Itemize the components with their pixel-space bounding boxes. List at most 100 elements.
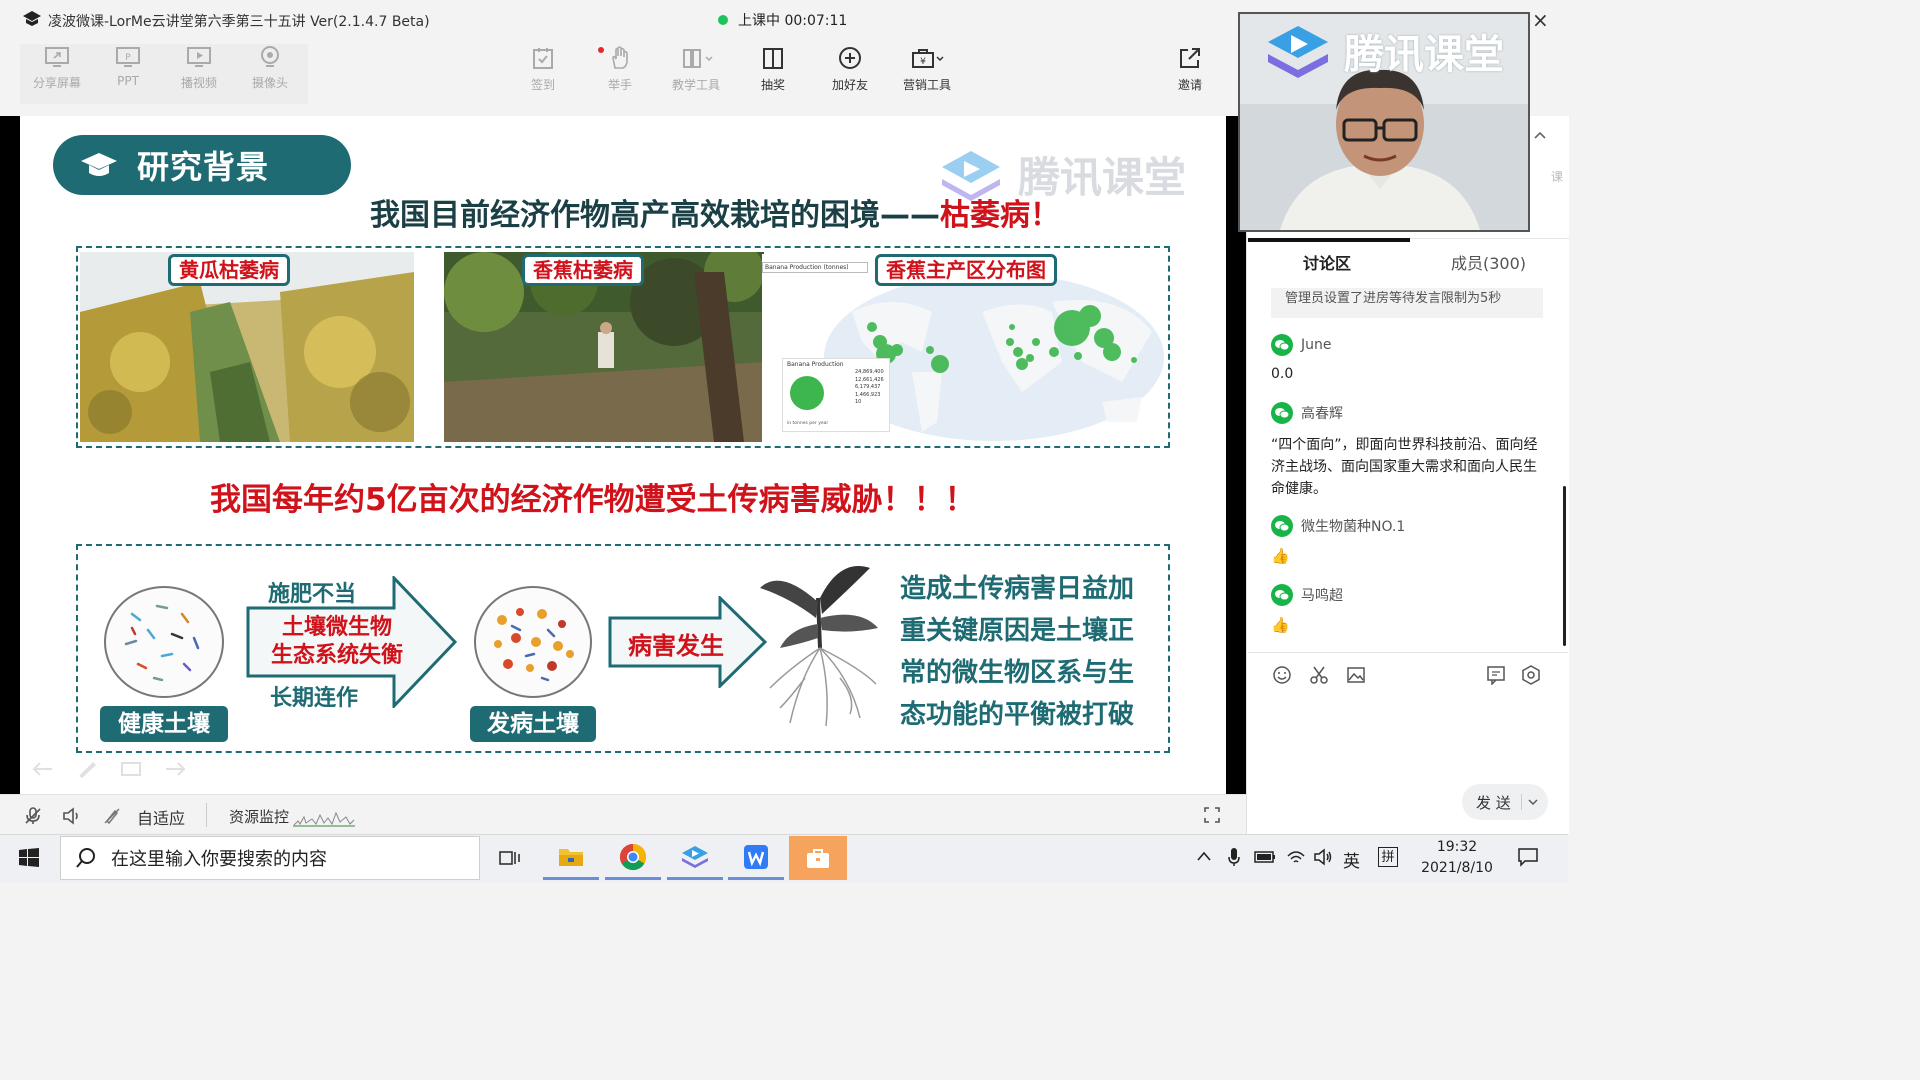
disease-occurs-label: 病害发生 [628,632,724,660]
play-video-button[interactable]: 播视频 [161,46,237,91]
tray-chevron-up-icon[interactable] [1196,850,1212,862]
task-view-button[interactable] [482,836,538,880]
raise-hand-button[interactable]: 举手 [582,46,658,93]
toolbox-icon [807,849,829,868]
section-title: 研究背景 [137,148,270,186]
slides-icon[interactable] [120,760,142,778]
battery-icon[interactable] [1254,850,1276,864]
message-text: 0.0 [1271,366,1294,382]
notification-center-icon[interactable] [1517,847,1539,867]
wechat-icon [1271,515,1293,537]
legend-bubble-icon [790,376,824,410]
tab-discussion[interactable]: 讨论区 [1303,250,1351,274]
wifi-icon[interactable] [1286,848,1306,866]
sender-name: June [1301,337,1332,353]
scissors-icon[interactable] [1309,665,1329,685]
pen-icon[interactable] [76,760,98,778]
svg-text:¥: ¥ [920,57,926,67]
healthy-soil-microbes-icon [104,586,224,698]
presentation-slide: 研究背景 腾讯课堂 我国目前经济作物高产高效栽培的困境——枯萎病！ Banana… [20,116,1226,794]
ime-mode[interactable]: 拼 [1378,847,1398,867]
cause-improper-fertilizer: 施肥不当 [268,582,357,607]
tencent-class-app-icon [682,845,708,868]
fullscreen-icon[interactable] [1204,807,1220,823]
active-tab-indicator [1248,238,1410,242]
conclusion-text: 造成土传病害日益加 重关键原因是土壤正 常的微生物区系与生 态功能的平衡被打破 [900,574,1135,730]
cause-microbial-imbalance: 土壤微生物 生态系统失衡 [270,615,403,668]
checkin-icon [533,48,553,69]
sender-name: 微生物菌种NO.1 [1301,519,1406,535]
resource-monitor-label[interactable]: 资源监控 [229,806,289,827]
taskbar-file-explorer[interactable] [543,836,599,880]
redo-icon[interactable] [164,760,186,778]
chat-message: 高春辉 “四个面向”，即面向世界科技前沿、面向经济主战场、面向国家重大需求和面向… [1271,402,1541,500]
notification-dot [598,47,604,53]
search-icon [76,848,95,868]
share-screen-button[interactable]: 分享屏幕 [19,46,95,91]
camera-icon [261,46,279,67]
live-dot-icon [718,15,728,25]
chat-message: 马鸣超 👍 [1271,584,1343,634]
speaker-icon[interactable] [62,807,82,825]
chevron-down-icon[interactable] [1528,798,1538,806]
taskbar-chrome[interactable] [605,836,661,880]
tray-mic-icon[interactable] [1227,847,1241,867]
caption-banana-wilt: 香蕉枯萎病 [522,254,644,286]
share-screen-icon [45,47,69,67]
teaching-tools-icon [683,49,713,68]
add-friend-button[interactable]: 加好友 [812,46,888,93]
wechat-icon [1271,334,1293,356]
share-out-icon [1180,48,1200,68]
taskbar-clock[interactable]: 19:32 2021/8/10 [1414,837,1500,879]
mic-muted-icon[interactable] [24,807,42,825]
marketing-tools-icon: ¥ [912,49,944,68]
hidden-toolbar-glyph: 课 [1551,170,1564,184]
chat-scrollbar[interactable] [1563,486,1566,646]
diseased-soil-microbes-icon [474,586,592,698]
divider [206,803,207,827]
close-icon[interactable]: × [1532,8,1549,32]
taskbar-tencent-class[interactable] [667,836,723,880]
taskbar-toolbox-active[interactable] [789,836,847,880]
player-bottom-bar: 自适应 资源监控 [0,794,1246,835]
checkin-button[interactable]: 签到 [505,46,581,93]
add-friend-icon [839,47,861,69]
image-icon[interactable] [1346,665,1366,685]
ime-language[interactable]: 英 [1343,847,1360,872]
sender-name: 高春辉 [1301,406,1343,422]
app-logo-icon [23,11,41,26]
message-text: “四个面向”，即面向世界科技前沿、面向经济主战场、面向国家重大需求和面向人民生命… [1271,437,1538,497]
thumbs-up-icon: 👍 [1271,616,1290,634]
emoji-icon[interactable] [1272,665,1292,685]
camera-button[interactable]: 摄像头 [232,46,308,91]
invite-button[interactable]: 邀请 [1152,46,1228,93]
caption-cucumber-wilt: 黄瓜枯萎病 [168,254,290,286]
fit-mode-button[interactable]: 自适应 [137,805,185,829]
volume-icon[interactable] [1313,848,1333,866]
lottery-icon [763,48,783,69]
settings-icon[interactable] [1521,665,1541,685]
ppt-button[interactable]: P PPT [90,46,166,88]
send-button[interactable]: 发 送 [1462,784,1548,820]
windows-start-icon[interactable] [18,847,40,869]
threat-statement: 我国每年约5亿亩次的经济作物遭受土传病害威胁！！！ [210,482,976,518]
taskbar-search[interactable]: 在这里输入你要搜索的内容 [60,836,480,880]
chrome-icon [619,843,647,870]
chat-message: 微生物菌种NO.1 👍 [1271,515,1405,565]
map-legend: Banana Production 24,869,400 12,661,426 6,… [782,358,890,432]
collapse-icon[interactable] [1533,130,1547,140]
section-badge: 研究背景 [53,135,351,195]
task-view-icon [499,851,520,865]
teacher-video[interactable]: 腾讯课堂 [1238,12,1530,232]
svg-text:P: P [125,53,131,63]
chat-record-icon[interactable] [1486,665,1506,685]
brush-off-icon[interactable] [103,807,121,825]
taskbar-wps[interactable] [728,836,784,880]
marketing-tools-button[interactable]: ¥ 营销工具 [889,46,965,93]
undo-icon[interactable] [32,760,54,778]
teaching-tools-button[interactable]: 教学工具 [658,46,734,93]
legend-values: 24,869,400 12,661,426 6,179,437 1,466,923 10 [855,369,884,405]
tab-members[interactable]: 成员(300) [1451,250,1526,274]
lottery-button[interactable]: 抽奖 [735,46,811,93]
class-timer: 上课中 00:07:11 [738,13,848,29]
